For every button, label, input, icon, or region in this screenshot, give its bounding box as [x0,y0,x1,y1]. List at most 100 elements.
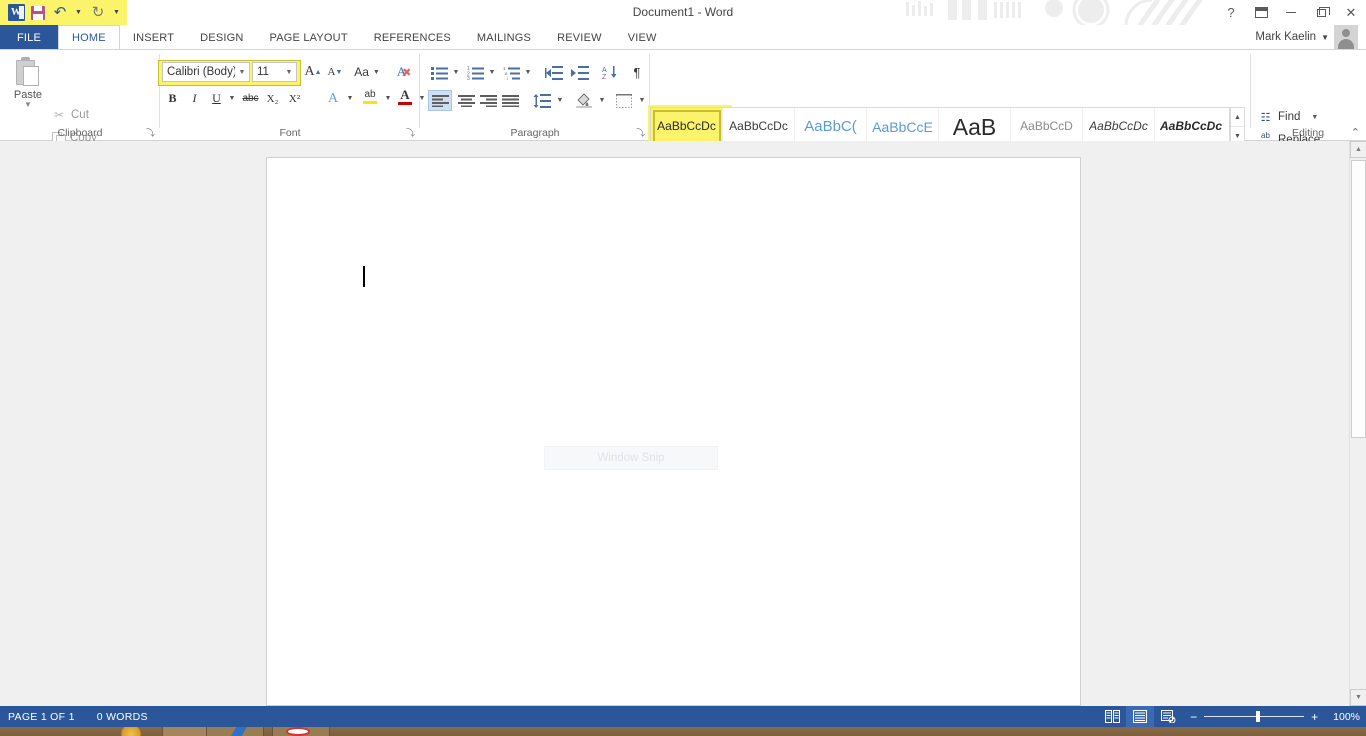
change-case-button[interactable]: Aa ▼ [350,62,384,82]
sort-button[interactable]: A Z [598,62,622,83]
decrease-indent-button[interactable] [542,62,566,83]
ribbon: Paste ▼ ✂ Cut Copy ❖ Format Painter Clip… [0,50,1366,141]
bullets-dropdown-icon[interactable]: ▼ [450,62,462,83]
zoom-in-button[interactable]: + [1311,711,1318,723]
grow-font-button[interactable]: A▲ [302,62,324,82]
web-layout-button[interactable] [1154,706,1182,727]
title-bar: Document1 - Word W ↶ ▼ ↻ ▼ ? [0,0,1366,25]
tab-view[interactable]: VIEW [615,25,670,50]
redo-button[interactable]: ↻ [87,2,109,24]
undo-button[interactable]: ↶ [49,2,71,24]
style-preview: AaB [953,116,996,139]
chevron-down-icon[interactable]: ▼ [235,69,249,76]
tab-home[interactable]: HOME [58,25,120,50]
style-preview: AaBbCcD [1020,119,1073,135]
taskbar-icon[interactable] [222,727,252,736]
word-count-status[interactable]: 0 WORDS [97,711,148,723]
zoom-slider-thumb[interactable] [1256,711,1260,722]
chevron-down-icon[interactable]: ▼ [282,69,296,76]
align-center-button[interactable] [454,90,478,111]
avatar[interactable] [1334,25,1358,49]
document-area[interactable]: Window Snip [0,141,1366,706]
font-size-value: 11 [253,66,282,78]
clipboard-dialog-launcher[interactable]: ⤵ [146,128,156,138]
tab-insert[interactable]: INSERT [120,25,187,50]
save-button[interactable] [27,2,49,24]
find-button[interactable]: ☷ Find ▼ [1258,107,1318,127]
shading-dropdown-icon[interactable]: ▼ [596,90,608,111]
zoom-slider[interactable] [1204,716,1304,717]
status-bar-right: − + 100% [1098,706,1360,727]
style-preview: AaBbCcDc [1089,119,1148,135]
bold-button[interactable]: B [162,88,183,109]
taskbar-icon[interactable] [286,727,310,736]
paste-button[interactable]: Paste ▼ [8,54,48,122]
multilevel-list-dropdown-icon[interactable]: ▼ [522,62,534,83]
read-mode-button[interactable] [1098,706,1126,727]
zoom-out-button[interactable]: − [1190,711,1197,723]
numbering-button[interactable]: 1 2 3 [464,62,486,83]
text-highlight-dropdown-icon[interactable]: ▼ [382,88,394,109]
subscript-button[interactable]: X₂ [262,88,283,109]
zoom-level-label[interactable]: 100% [1333,711,1360,723]
customize-qat-icon[interactable]: ▼ [109,2,125,24]
cut-button[interactable]: ✂ Cut [52,106,89,124]
tab-page-layout[interactable]: PAGE LAYOUT [257,25,361,50]
borders-dropdown-icon[interactable]: ▼ [636,90,648,111]
tab-design[interactable]: DESIGN [187,25,256,50]
tab-review[interactable]: REVIEW [544,25,615,50]
text-effects-button[interactable]: A [322,88,344,109]
font-name-input[interactable]: Calibri (Body) ▼ [162,62,250,82]
print-layout-button[interactable] [1126,706,1154,727]
italic-button[interactable]: I [184,88,205,109]
line-spacing-dropdown-icon[interactable]: ▼ [554,90,566,111]
font-color-button[interactable]: A [394,86,416,107]
show-formatting-marks-button[interactable]: ¶ [626,62,648,83]
chevron-down-icon[interactable]: ▼ [1321,33,1329,42]
page-count-status[interactable]: PAGE 1 OF 1 [8,711,75,723]
vertical-scrollbar[interactable]: ▲ ▼ [1349,141,1366,706]
align-left-button[interactable] [428,90,452,111]
scroll-down-button[interactable]: ▼ [1350,689,1366,706]
tab-mailings[interactable]: MAILINGS [464,25,544,50]
status-bar-left: PAGE 1 OF 1 0 WORDS [8,706,148,727]
document-page[interactable] [266,157,1081,706]
tab-file[interactable]: FILE [0,25,58,50]
tab-references[interactable]: REFERENCES [361,25,464,50]
increase-indent-button[interactable] [568,62,592,83]
clear-formatting-button[interactable]: A ✖ [392,62,416,82]
scroll-up-button[interactable]: ▲ [1350,141,1366,158]
shrink-font-button[interactable]: A▼ [324,62,346,82]
ribbon-display-options-icon[interactable] [1254,5,1268,21]
text-highlight-button[interactable]: ab [358,86,382,107]
account-area[interactable]: Mark Kaelin ▼ [1255,26,1358,48]
bullets-button[interactable] [428,62,450,83]
text-effects-dropdown-icon[interactable]: ▼ [344,88,356,109]
chevron-down-icon[interactable]: ▼ [1311,114,1318,121]
justify-button[interactable] [498,90,522,111]
borders-button[interactable] [612,90,636,111]
desktop-taskbar [0,727,1366,736]
chevron-down-icon[interactable]: ▼ [24,101,32,109]
undo-dropdown-icon[interactable]: ▼ [71,2,87,24]
minimize-button[interactable] [1284,5,1298,21]
align-right-button[interactable] [476,90,500,111]
taskbar-icon[interactable] [118,727,144,736]
line-spacing-button[interactable] [530,90,554,111]
help-button[interactable]: ? [1224,5,1238,21]
restore-button[interactable] [1314,5,1328,21]
collapse-ribbon-button[interactable]: ⌃ [1351,126,1360,139]
multilevel-list-button[interactable]: 1 a i [500,62,522,83]
superscript-button[interactable]: X² [284,88,305,109]
close-button[interactable]: ✕ [1344,5,1358,21]
scrollbar-thumb[interactable] [1351,160,1366,438]
ribbon-group-editing: Editing [1250,50,1366,141]
word-app-icon[interactable]: W [5,2,27,24]
font-size-input[interactable]: 11 ▼ [252,62,297,82]
strikethrough-button[interactable]: abc [240,88,261,109]
numbering-dropdown-icon[interactable]: ▼ [486,62,498,83]
shading-button[interactable] [572,90,596,111]
styles-scroll-up-button[interactable]: ▲ [1231,108,1244,127]
underline-button[interactable]: U [206,88,227,109]
underline-dropdown-icon[interactable]: ▼ [226,88,238,109]
